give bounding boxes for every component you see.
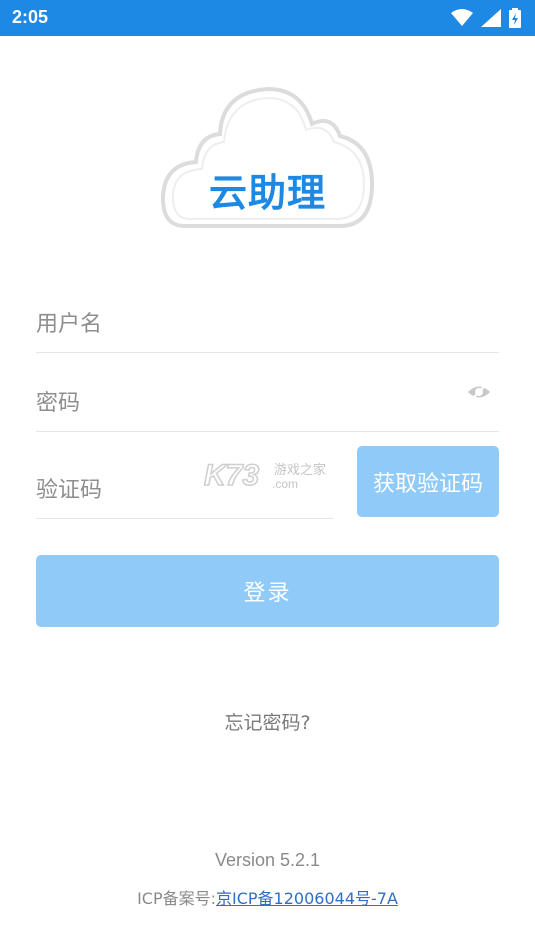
watermark-domain: .com bbox=[272, 477, 298, 491]
login-button[interactable]: 登录 bbox=[36, 555, 499, 627]
app-logo: 云助理 bbox=[160, 84, 375, 234]
icp-link[interactable]: 京ICP备12006044号-7A bbox=[216, 889, 398, 908]
icp-line: ICP备案号:京ICP备12006044号-7A bbox=[0, 885, 535, 909]
eye-icon[interactable] bbox=[467, 383, 491, 401]
wifi-icon bbox=[451, 9, 473, 26]
forgot-password-link[interactable]: 忘记密码? bbox=[0, 708, 535, 735]
signal-icon bbox=[481, 9, 501, 27]
watermark-logo: K73 游戏之家 .com bbox=[204, 458, 326, 492]
battery-icon bbox=[509, 8, 521, 28]
get-code-button[interactable]: 获取验证码 bbox=[357, 446, 499, 517]
password-field[interactable]: 密码 bbox=[36, 375, 499, 432]
username-field[interactable]: 用户名 bbox=[36, 296, 499, 353]
version-text: Version 5.2.1 bbox=[214, 850, 321, 870]
status-time: 2:05 bbox=[12, 7, 49, 27]
code-placeholder: 验证码 bbox=[36, 478, 103, 503]
icp-prefix: ICP备案号: bbox=[137, 889, 217, 908]
password-placeholder: 密码 bbox=[36, 391, 81, 416]
status-bar: 2:05 bbox=[0, 0, 535, 36]
watermark-sub: 游戏之家 bbox=[274, 462, 326, 478]
watermark-text: K73 bbox=[204, 459, 259, 492]
username-placeholder: 用户名 bbox=[36, 312, 103, 337]
logo-text: 云助理 bbox=[208, 171, 326, 215]
status-icons bbox=[451, 7, 521, 29]
